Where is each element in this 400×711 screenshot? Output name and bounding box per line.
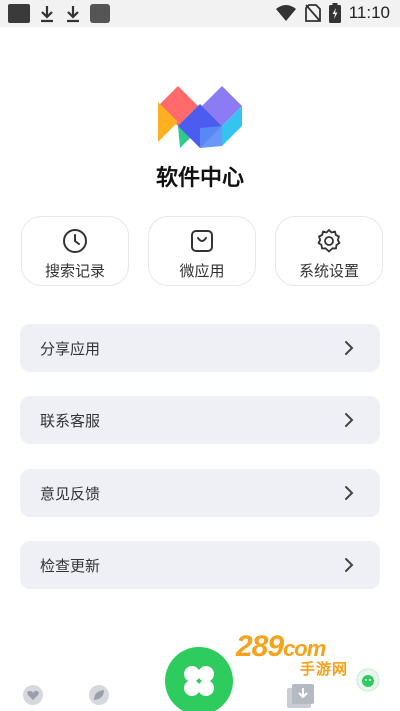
check-update-row[interactable]: 检查更新 (20, 541, 380, 589)
no-sim-icon (304, 4, 321, 22)
gear-icon (317, 229, 341, 253)
row-label: 联系客服 (40, 412, 101, 430)
card-label: 搜索记录 (44, 262, 105, 280)
feedback-row[interactable]: 意见反馈 (20, 469, 380, 517)
app-logo-icon (158, 86, 242, 148)
chevron-right-icon (345, 413, 354, 427)
notification-square-icon (8, 4, 30, 23)
battery-charging-icon (328, 3, 341, 23)
home-center-button[interactable] (165, 647, 233, 711)
download-icon (67, 6, 79, 23)
download-box-icon[interactable] (287, 684, 315, 708)
profile-avatar-icon[interactable] (356, 668, 380, 692)
row-label: 检查更新 (40, 557, 101, 575)
system-settings-button[interactable]: 系统设置 (275, 216, 383, 286)
contact-support-row[interactable]: 联系客服 (20, 396, 380, 444)
row-label: 意见反馈 (40, 485, 101, 503)
micro-apps-button[interactable]: 微应用 (148, 216, 256, 286)
chevron-right-icon (345, 486, 354, 500)
clock-time: 11:10 (348, 3, 390, 22)
bag-icon (191, 230, 213, 252)
status-bar: 11:10 (0, 0, 400, 27)
card-label: 微应用 (179, 262, 225, 280)
clover-icon (184, 666, 214, 696)
chevron-right-icon (345, 341, 354, 355)
app-notification-icon (90, 4, 110, 23)
clock-icon (63, 229, 87, 253)
card-label: 系统设置 (298, 262, 359, 280)
heart-icon[interactable] (22, 685, 44, 705)
search-history-button[interactable]: 搜索记录 (21, 216, 129, 286)
download-icon (41, 6, 53, 23)
watermark-subtitle: 手游网 (300, 660, 349, 678)
row-label: 分享应用 (40, 340, 101, 358)
page-title: 软件中心 (155, 166, 244, 191)
wifi-icon (275, 5, 296, 21)
leaf-icon[interactable] (88, 685, 110, 705)
chevron-right-icon (345, 558, 354, 572)
share-app-row[interactable]: 分享应用 (20, 324, 380, 372)
